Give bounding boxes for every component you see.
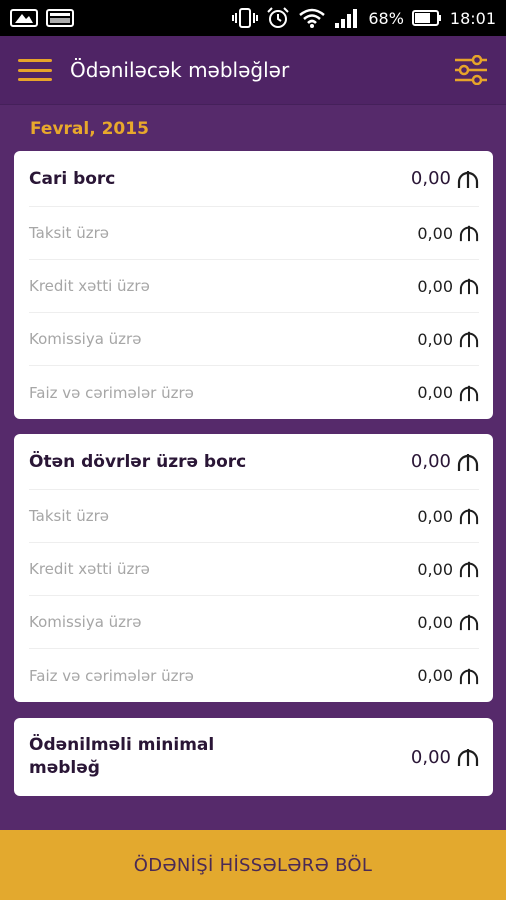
minimal-payment-card: Ödənilməli minimal məbləğ 0,00 — [14, 718, 493, 796]
notification-image-icon — [10, 8, 38, 28]
row-value: 0,00 — [417, 329, 453, 349]
clock-time: 18:01 — [449, 8, 496, 28]
row-label: Taksit üzrə — [29, 224, 109, 242]
row-label: Kredit xətti üzrə — [29, 277, 150, 295]
row-label: Kredit xətti üzrə — [29, 560, 150, 578]
row-value: 0,00 — [417, 276, 453, 296]
manat-icon — [457, 452, 479, 472]
wifi-icon — [298, 7, 326, 29]
alarm-icon — [266, 7, 290, 29]
manat-icon — [459, 224, 479, 242]
list-item: Komissiya üzrə 0,00 — [29, 596, 479, 649]
app-bar: Ödəniləcək məbləğlər — [0, 36, 506, 104]
row-amount: 0,00 — [417, 383, 479, 402]
list-item: Taksit üzrə 0,00 — [29, 490, 479, 543]
battery-icon — [411, 9, 442, 27]
period-label: Fevral, 2015 — [30, 119, 149, 139]
past-debt-value: 0,00 — [410, 451, 451, 472]
battery-percent: 68% — [368, 8, 404, 28]
current-debt-header[interactable]: Cari borc 0,00 — [29, 151, 479, 207]
row-label: Komissiya üzrə — [29, 330, 142, 348]
minimal-payment-amount: 0,00 — [411, 747, 479, 768]
page-title: Ödəniləcək məbləğlər — [70, 58, 290, 82]
past-debt-amount: 0,00 — [411, 451, 479, 472]
row-value: 0,00 — [417, 666, 453, 685]
current-debt-value: 0,00 — [410, 168, 451, 189]
row-amount: 0,00 — [417, 507, 479, 526]
list-item: Taksit üzrə 0,00 — [29, 207, 479, 260]
row-label: Faiz və cərimələr üzrə — [29, 383, 194, 402]
split-payment-button[interactable]: ÖDƏNİŞİ HİSSƏLƏRƏ BÖL — [0, 830, 506, 900]
manat-icon — [459, 667, 479, 685]
current-debt-amount: 0,00 — [411, 168, 479, 189]
row-amount: 0,00 — [417, 277, 479, 296]
list-item: Kredit xətti üzrə 0,00 — [29, 543, 479, 596]
row-value: 0,00 — [417, 223, 453, 243]
manat-icon — [459, 330, 479, 348]
past-debt-header[interactable]: Ötən dövrlər üzrə borc 0,00 — [29, 434, 479, 490]
minimal-payment-header[interactable]: Ödənilməli minimal məbləğ 0,00 — [29, 718, 479, 796]
row-amount: 0,00 — [417, 666, 479, 685]
filter-settings-icon[interactable] — [452, 51, 490, 89]
current-debt-label: Cari borc — [29, 168, 116, 189]
row-value: 0,00 — [417, 559, 453, 579]
manat-icon — [459, 613, 479, 631]
manat-icon — [459, 560, 479, 578]
vibrate-icon — [232, 7, 259, 29]
manat-icon — [459, 507, 479, 525]
row-amount: 0,00 — [417, 330, 479, 349]
row-value: 0,00 — [417, 612, 453, 632]
row-amount: 0,00 — [417, 224, 479, 243]
list-item: Kredit xətti üzrə 0,00 — [29, 260, 479, 313]
list-item: Faiz və cərimələr üzrə 0,00 — [29, 366, 479, 419]
manat-icon — [459, 277, 479, 295]
manat-icon — [457, 747, 479, 767]
menu-icon[interactable] — [18, 59, 52, 81]
minimal-payment-value: 0,00 — [410, 746, 451, 768]
content-area: Fevral, 2015 Cari borc 0,00 Taksit üzrə … — [0, 104, 506, 830]
row-label: Taksit üzrə — [29, 507, 109, 525]
manat-icon — [459, 384, 479, 402]
current-debt-card: Cari borc 0,00 Taksit üzrə 0,00 Kredit x… — [14, 151, 493, 419]
row-amount: 0,00 — [417, 560, 479, 579]
list-item: Komissiya üzrə 0,00 — [29, 313, 479, 366]
past-debt-card: Ötən dövrlər üzrə borc 0,00 Taksit üzrə … — [14, 434, 493, 702]
notification-card-icon — [46, 8, 74, 28]
row-amount: 0,00 — [417, 613, 479, 632]
status-bar: 68% 18:01 — [0, 0, 506, 36]
row-value: 0,00 — [417, 506, 453, 526]
list-item: Faiz və cərimələr üzrə 0,00 — [29, 649, 479, 702]
signal-icon — [334, 7, 360, 29]
row-label: Komissiya üzrə — [29, 613, 142, 631]
row-value: 0,00 — [417, 383, 453, 402]
row-label: Faiz və cərimələr üzrə — [29, 666, 194, 685]
minimal-payment-label: Ödənilməli minimal məbləğ — [29, 735, 215, 778]
manat-icon — [457, 169, 479, 189]
past-debt-label: Ötən dövrlər üzrə borc — [29, 451, 247, 472]
